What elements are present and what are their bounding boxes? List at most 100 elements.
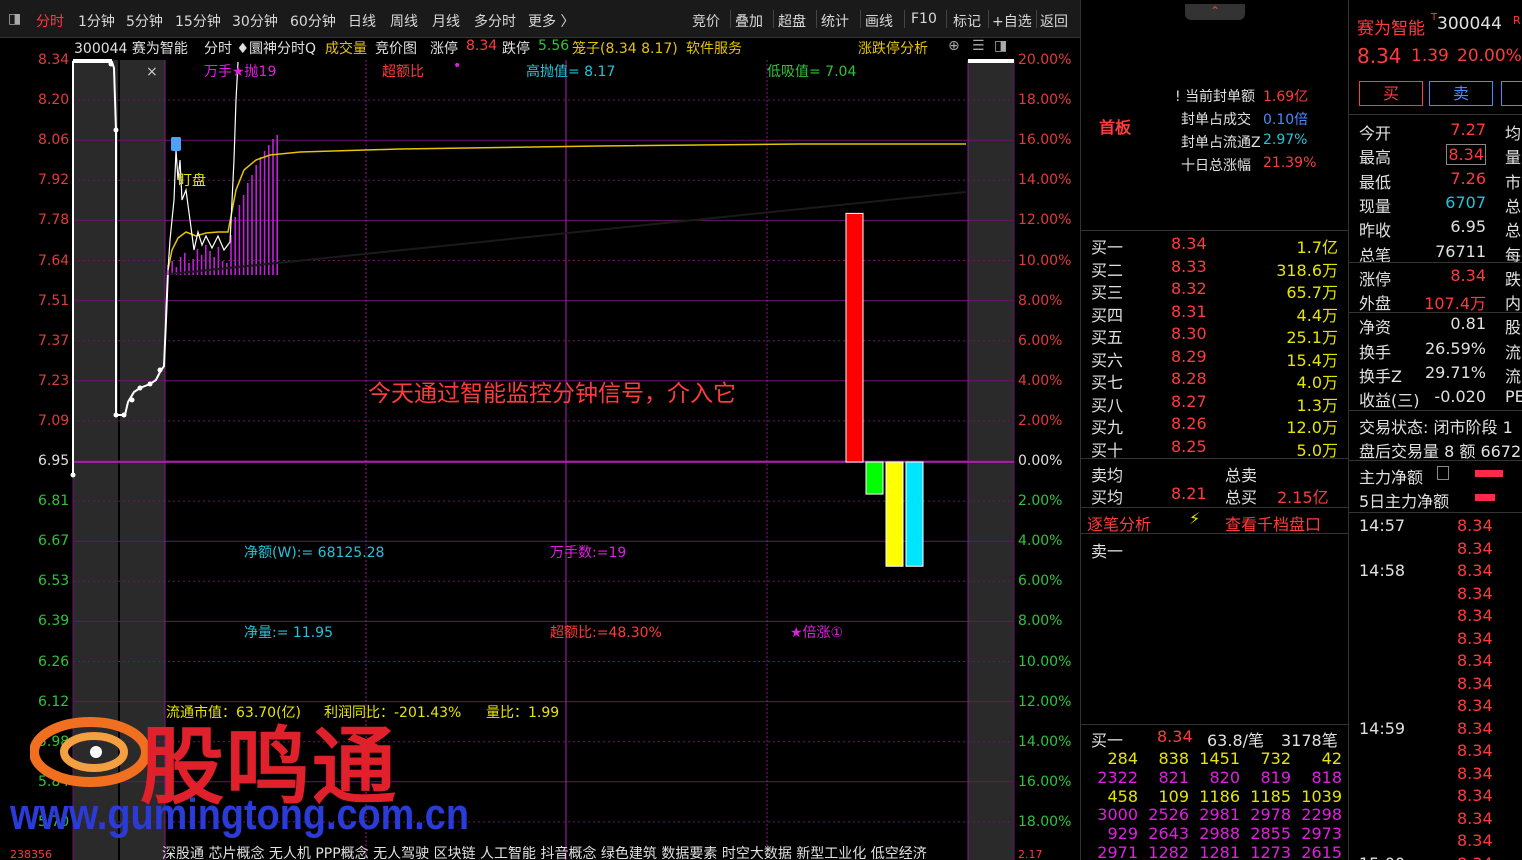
stat-divider (1349, 312, 1522, 313)
chaoebi-value: 超额比:=48.30% (550, 625, 662, 641)
bid-price: 8.27 (1171, 391, 1207, 411)
bid-label: 买一 (1091, 238, 1124, 257)
tick-price: 8.34 (1457, 763, 1493, 783)
price-tick-label: 7.64 (38, 252, 70, 269)
pct-tick-label: 12.00% (1018, 693, 1072, 710)
queue-cell: 458 (1107, 786, 1138, 806)
tick-price: 8.34 (1457, 538, 1493, 558)
stat-label: 涨停 (1359, 269, 1392, 289)
jingliang-value: 净量:= 11.95 (244, 625, 333, 641)
tick-price: 8.34 (1457, 696, 1493, 715)
brand-swirl-logo (30, 717, 150, 787)
stat-label: 外盘 (1359, 294, 1392, 314)
info-box-icon[interactable] (1437, 466, 1449, 480)
stat-divider (1349, 262, 1522, 263)
price-tick-label: 8.20 (38, 92, 70, 109)
stat-label: 昨收 (1359, 221, 1392, 241)
bid-volume: 4.0万 (1296, 373, 1338, 392)
pct-tick-label: 14.00% (1018, 733, 1072, 750)
bid-volume: 1.7亿 (1296, 238, 1338, 257)
stat-label: 换手Z (1359, 367, 1402, 386)
tick-price: 8.34 (1457, 628, 1493, 648)
queue-cell: 2981 (1199, 805, 1240, 825)
bid-price: 8.29 (1171, 346, 1207, 366)
total-sell-label: 总卖 (1225, 466, 1258, 485)
wanshoushu-value: 万手数:=19 (550, 545, 627, 561)
close-icon[interactable]: × (146, 64, 158, 80)
seal-row-value: 0.10倍 (1263, 112, 1309, 128)
tick-time: 14:57 (1359, 516, 1406, 535)
main-net5-label: 5日主力净额 (1359, 492, 1450, 511)
queue-cell: 1039 (1301, 786, 1342, 806)
collapse-icon[interactable]: ⌃ (1185, 4, 1245, 20)
price-tick-label: 7.09 (38, 412, 70, 429)
bid-volume: 15.4万 (1286, 350, 1338, 370)
dot-mark: • (453, 58, 462, 74)
price-tick-label: 6.39 (38, 613, 70, 630)
stat-tail: 总 (1505, 196, 1522, 216)
pct-tick-label: 10.00% (1018, 252, 1072, 269)
stat-value: 0.81 (1450, 314, 1486, 334)
stock-code: 300044 (1437, 14, 1502, 34)
bid-volume: 1.3万 (1296, 395, 1338, 415)
tick-price: 8.34 (1457, 606, 1493, 625)
stat-value: 107.4万 (1424, 294, 1486, 314)
buy-button[interactable]: 买 (1359, 81, 1423, 106)
price-tick-label: 8.06 (38, 132, 70, 149)
marker-icon[interactable] (171, 137, 181, 151)
stat-tail: 股 (1505, 318, 1522, 338)
bid-label: 买四 (1091, 305, 1124, 325)
main-net5-bar (1475, 494, 1495, 501)
tick-time: 14:58 (1359, 561, 1406, 580)
queue-cell: 2615 (1301, 843, 1342, 860)
stat-tail: 流 (1505, 367, 1522, 386)
quote-panel: 赛为智能 T 300044 R 8.34 1.39 20.00% 买 卖 今开 7… (1348, 0, 1522, 860)
price-tick-label: 6.12 (38, 693, 70, 710)
bid-price: 8.34 (1171, 234, 1207, 253)
sell-button[interactable]: 卖 (1429, 81, 1493, 106)
stat-value: 6707 (1445, 192, 1486, 212)
tick-analysis-link[interactable]: 逐笔分析 (1087, 511, 1151, 535)
stat-value: 8.34 (1450, 265, 1486, 285)
liangbi-value: 量比：1.99 (486, 705, 560, 721)
pct-tick-label: 2.00% (1018, 493, 1063, 510)
queue-cell: 2973 (1301, 824, 1342, 844)
stat-value: 6.95 (1450, 217, 1486, 237)
stat-tail: 均 (1505, 124, 1522, 143)
seal-row-label: 封单占成交 (1181, 112, 1251, 128)
seal-row-value: 21.39% (1263, 155, 1317, 171)
bid-volume: 4.4万 (1296, 305, 1338, 325)
price-tick-label: 7.92 (38, 172, 70, 189)
total-buy-value: 2.15亿 (1277, 488, 1329, 507)
queue-cell: 732 (1260, 749, 1291, 768)
queue-cell: 818 (1311, 767, 1342, 787)
tick-price: 8.34 (1457, 741, 1493, 760)
last-price: 8.34 (1357, 44, 1402, 68)
queue-cell: 838 (1158, 749, 1189, 768)
orderbook-panel: ⌃ 首板 ! 当前封单额 1.69亿 封单占成交 0.10倍 封单占流通Z 2.97% 十日… (1080, 0, 1349, 860)
bid-label: 买五 (1091, 328, 1124, 347)
queue-cell: 1185 (1250, 786, 1291, 806)
queue-cell: 2978 (1250, 805, 1291, 825)
queue-cell: 2643 (1148, 824, 1189, 844)
dingpan-label: 盯盘 (178, 173, 206, 189)
stat-label: 净资 (1359, 318, 1392, 338)
pct-tick-label: 8.00% (1018, 292, 1063, 309)
stat-tail: 流 (1505, 342, 1522, 362)
more-button[interactable] (1501, 81, 1522, 106)
queue-cell: 3000 (1097, 805, 1138, 825)
queue-cell: 821 (1158, 767, 1189, 787)
bid-volume: 5.0万 (1296, 440, 1338, 460)
thousand-level-link[interactable]: 查看千档盘口 (1225, 511, 1321, 535)
stat-value: 76711 (1435, 241, 1486, 261)
stat-tail: 内 (1505, 294, 1522, 314)
tick-time: 14:59 (1359, 718, 1406, 738)
yellow-bar (885, 461, 904, 567)
stat-label: 最低 (1359, 172, 1392, 192)
bid-label: 买七 (1091, 373, 1124, 392)
queue-cell: 1186 (1199, 786, 1240, 806)
pct-tick-label: 4.00% (1018, 533, 1063, 550)
bid-price: 8.25 (1171, 436, 1207, 456)
pct-tick-label: 12.00% (1018, 212, 1072, 229)
pct-tick-label: 16.00% (1018, 773, 1072, 790)
